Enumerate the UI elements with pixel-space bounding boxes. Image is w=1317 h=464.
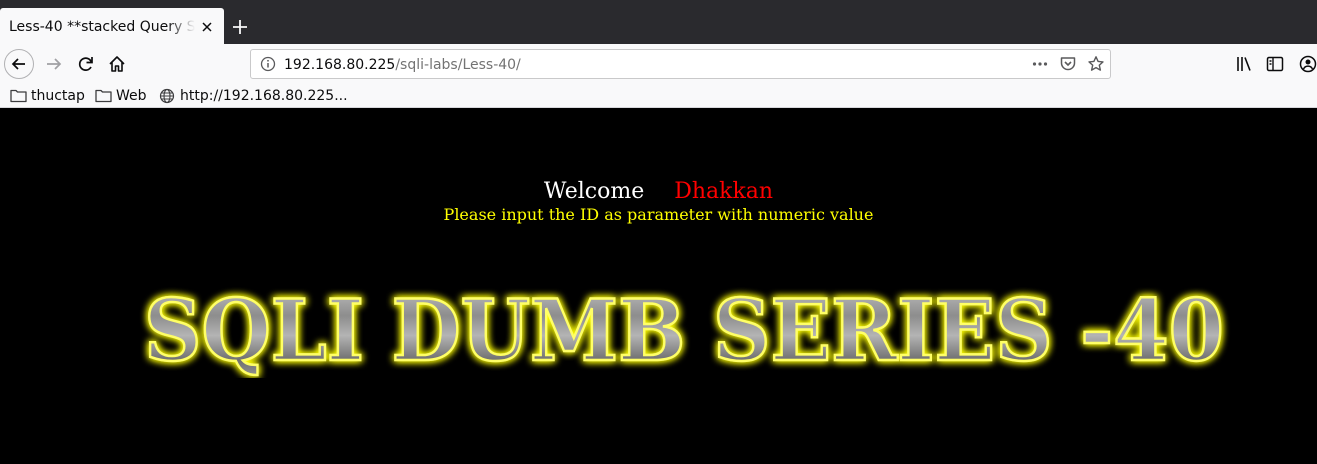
forward-icon[interactable] bbox=[44, 54, 64, 74]
pocket-icon[interactable] bbox=[1059, 55, 1077, 73]
sidebar-icon[interactable] bbox=[1265, 54, 1285, 74]
welcome-row: Welcome Dhakkan bbox=[0, 176, 1317, 208]
back-arrow-icon bbox=[11, 58, 25, 70]
bookmark-label: thuctap bbox=[31, 88, 85, 104]
page-actions-icon[interactable] bbox=[1031, 55, 1049, 73]
banner-text: SQLI DUMB SERIES -40 bbox=[144, 281, 1224, 378]
back-button[interactable] bbox=[4, 49, 34, 79]
nav-bar: 192.168.80.225/sqli-labs/Less-40/ bbox=[0, 44, 1317, 84]
bookmark-web[interactable]: Web bbox=[95, 86, 155, 106]
bookmark-star-icon[interactable] bbox=[1087, 55, 1105, 73]
account-icon[interactable] bbox=[1298, 54, 1317, 74]
globe-icon bbox=[159, 88, 175, 104]
instruction-text: Please input the ID as parameter with nu… bbox=[443, 205, 874, 224]
url-bar[interactable]: 192.168.80.225/sqli-labs/Less-40/ bbox=[250, 49, 1111, 79]
bookmark-thuctap[interactable]: thuctap bbox=[10, 86, 90, 106]
sqli-banner-image: SQLI DUMB SERIES -40 bbox=[143, 280, 1226, 378]
tab-strip: Less-40 **stacked Query Str bbox=[0, 0, 1317, 44]
url-host: 192.168.80.225 bbox=[284, 57, 396, 73]
bookmark-url[interactable]: http://192.168.80.225... bbox=[159, 86, 349, 106]
welcome-label: Welcome bbox=[543, 179, 645, 204]
close-icon[interactable] bbox=[199, 19, 215, 35]
bookmarks-toolbar: thuctap Web http://192.168.80.225... bbox=[0, 84, 1317, 108]
tab-title: Less-40 **stacked Query Str bbox=[9, 19, 195, 35]
library-icon[interactable] bbox=[1234, 54, 1254, 74]
home-icon[interactable] bbox=[107, 54, 127, 74]
info-icon[interactable] bbox=[260, 56, 276, 72]
bookmark-label: Web bbox=[116, 88, 147, 104]
folder-icon bbox=[10, 89, 27, 103]
browser-tab[interactable]: Less-40 **stacked Query Str bbox=[0, 8, 224, 44]
url-text[interactable]: 192.168.80.225/sqli-labs/Less-40/ bbox=[284, 56, 521, 74]
reload-icon[interactable] bbox=[76, 54, 96, 74]
user-name: Dhakkan bbox=[674, 179, 774, 204]
page-content: Welcome Dhakkan Please input the ID as pa… bbox=[0, 108, 1317, 464]
url-path: /sqli-labs/Less-40/ bbox=[395, 57, 521, 73]
new-tab-icon[interactable] bbox=[230, 17, 250, 37]
bookmark-label: http://192.168.80.225... bbox=[180, 88, 348, 104]
folder-icon bbox=[95, 89, 112, 103]
